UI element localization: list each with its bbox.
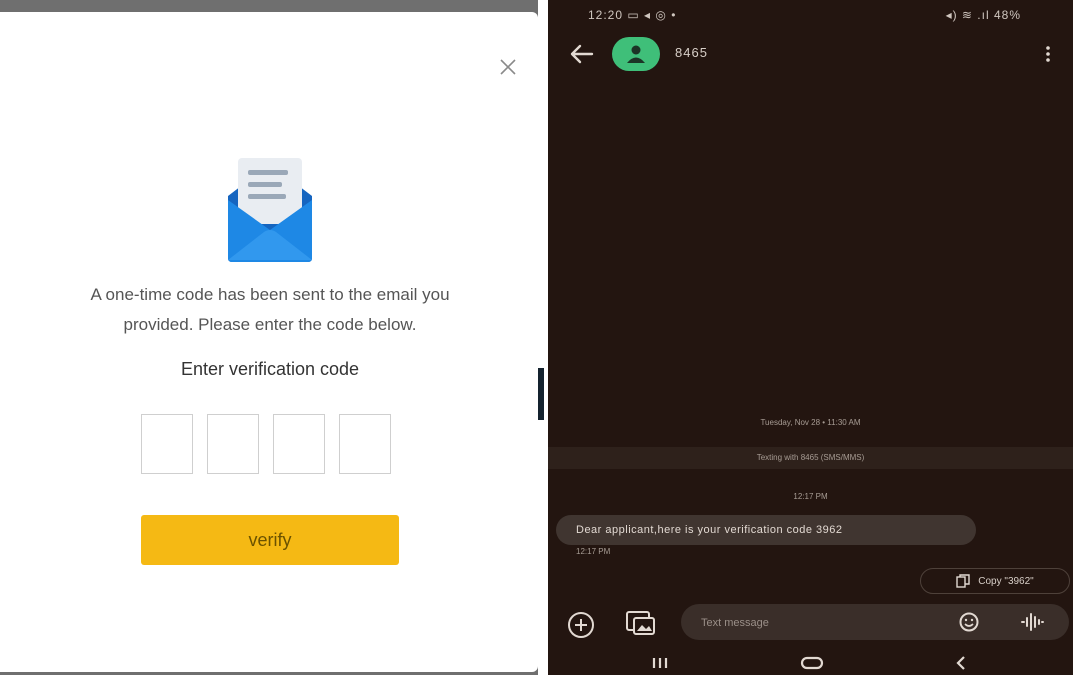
code-digit-4[interactable] <box>339 414 391 474</box>
message-input[interactable] <box>699 604 933 642</box>
add-attachment-icon[interactable] <box>566 610 596 640</box>
close-icon <box>500 59 516 75</box>
emoji-icon[interactable] <box>957 611 981 633</box>
date-separator: Tuesday, Nov 28 • 11:30 AM <box>760 418 861 427</box>
nav-back-icon[interactable] <box>953 655 969 671</box>
gallery-icon[interactable] <box>624 608 658 638</box>
back-arrow-icon[interactable] <box>568 42 594 66</box>
more-options-icon[interactable] <box>1043 44 1053 64</box>
verification-modal: A one-time code has been sent to the ema… <box>0 12 538 672</box>
system-nav-bar <box>548 648 1073 675</box>
panel-divider <box>538 0 548 675</box>
recent-apps-icon[interactable] <box>648 657 672 669</box>
contact-name[interactable]: 8465 <box>675 45 708 60</box>
home-icon[interactable] <box>800 656 824 670</box>
instruction-line-2: provided. Please enter the code below. <box>123 315 417 334</box>
code-digit-2[interactable] <box>207 414 259 474</box>
close-button[interactable] <box>493 52 523 82</box>
messages-screen: 12:20 ▭ ◂ ◎ • ◂) ≋ .ıl 48% 8465 Tuesday,… <box>548 0 1073 675</box>
status-time: 12:20 ▭ ◂ ◎ • <box>588 8 676 22</box>
person-icon <box>627 45 645 63</box>
instruction-line-1: A one-time code has been sent to the ema… <box>90 285 450 304</box>
code-label: Enter verification code <box>180 359 360 379</box>
verify-button[interactable]: verify <box>141 515 399 565</box>
message-compose-bar <box>681 604 1069 642</box>
voice-message-icon[interactable] <box>1019 611 1045 633</box>
message-bubble[interactable]: Dear applicant,here is your verification… <box>556 515 976 545</box>
copy-icon <box>956 574 970 588</box>
status-indicators: ◂) ≋ .ıl 48% <box>945 8 1021 22</box>
notification-icons: ▭ ◂ ◎ • <box>627 8 677 22</box>
divider-accent <box>538 368 544 420</box>
message-time: 12:17 PM <box>576 547 611 556</box>
status-bar: 12:20 ▭ ◂ ◎ • ◂) ≋ .ıl 48% <box>548 0 1073 30</box>
instruction-text: A one-time code has been sent to the ema… <box>40 280 500 340</box>
copy-chip-label: Copy "3962" <box>978 575 1034 587</box>
code-digit-3[interactable] <box>273 414 325 474</box>
copy-code-chip[interactable]: Copy "3962" <box>920 568 1070 594</box>
time-separator: 12:17 PM <box>793 492 828 501</box>
contact-avatar[interactable] <box>612 37 660 71</box>
texting-info: Texting with 8465 (SMS/MMS) <box>548 447 1073 469</box>
conversation-header: 8465 <box>548 32 1073 76</box>
code-digit-1[interactable] <box>141 414 193 474</box>
envelope-icon <box>228 158 312 262</box>
clock-text: 12:20 <box>588 8 624 22</box>
